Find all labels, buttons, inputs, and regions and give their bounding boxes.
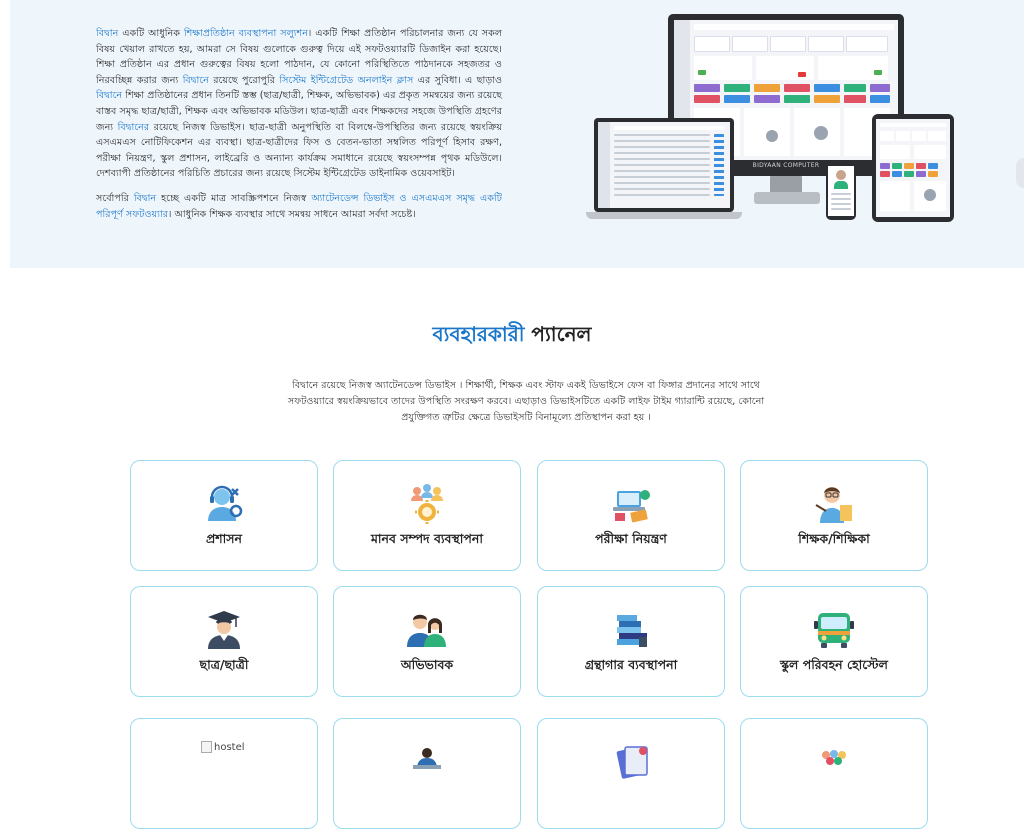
card-label: স্কুল পরিবহন হোস্টেল bbox=[780, 657, 888, 672]
body-text: একটি আধুনিক bbox=[118, 28, 184, 39]
teacher-icon bbox=[741, 481, 927, 525]
body-text: রয়েছে নিজস্ব ডিভাইস। ছাত্র-ছাত্রী অনুপস… bbox=[96, 121, 502, 180]
user-panel-title: ব্যবহারকারী প্যানেল bbox=[0, 320, 1024, 353]
user-panel-description: বিদ্বানে রয়েছে নিজস্ব অ্যাটেনডেন্স ডিভা… bbox=[287, 380, 765, 423]
intro-paragraph-1: বিদ্বান একটি আধুনিক শিক্ষাপ্রতিষ্ঠান ব্য… bbox=[96, 26, 502, 182]
monitor-base bbox=[754, 192, 820, 204]
card-library[interactable]: গ্রন্থাগার ব্যবস্থাপনা bbox=[537, 586, 725, 697]
devices-illustration: BIDYAAN COMPUTER bbox=[582, 10, 962, 225]
card-group[interactable] bbox=[740, 718, 928, 829]
laptop bbox=[594, 118, 734, 212]
school-bus-icon bbox=[741, 607, 927, 651]
body-text: রয়েছে পুরোপুরি bbox=[208, 74, 280, 86]
highlight-text: বিদ্বানে bbox=[182, 74, 209, 86]
title-rest: প্যানেল bbox=[524, 322, 592, 346]
title-accent: ব্যবহারকারী bbox=[432, 322, 525, 346]
library-books-icon bbox=[538, 607, 724, 651]
broken-image-icon bbox=[201, 741, 212, 753]
highlight-text: শিক্ষাপ্রতিষ্ঠান ব্যবস্থাপনা সল্যুশন bbox=[183, 28, 308, 39]
intro-paragraph-2: সর্বোপরি বিদ্বান হচ্ছে একটি মাত্র সাবস্ক… bbox=[96, 191, 502, 222]
laptop-screen bbox=[598, 122, 730, 208]
card-exam-control[interactable]: পরীক্ষা নিয়ন্ত্রণ bbox=[537, 460, 725, 571]
laptop-base bbox=[586, 212, 742, 219]
side-scroll-tab[interactable] bbox=[1016, 158, 1024, 188]
card-hostel[interactable]: hostel bbox=[130, 718, 318, 829]
card-documents[interactable] bbox=[537, 718, 725, 829]
exam-control-icon bbox=[538, 481, 724, 525]
hostel-icon: hostel bbox=[201, 741, 245, 753]
card-label: গ্রন্থাগার ব্যবস্থাপনা bbox=[584, 657, 678, 672]
card-teacher[interactable]: শিক্ষক/শিক্ষিকা bbox=[740, 460, 928, 571]
highlight-text: বিদ্বানের bbox=[117, 121, 150, 133]
body-text: । আধুনিক শিক্ষক ব্যবস্থার সাথে সমন্বয় স… bbox=[168, 208, 416, 220]
card-label: মানব সম্পদ ব্যবস্থাপনা bbox=[370, 531, 483, 546]
body-text: হচ্ছে একটি মাত্র সাবস্ক্রিপশনে নিজস্ব bbox=[156, 192, 312, 204]
guardian-icon bbox=[334, 607, 520, 651]
card-school-transport[interactable]: স্কুল পরিবহন হোস্টেল bbox=[740, 586, 928, 697]
group-people-icon bbox=[741, 749, 927, 793]
body-text: এর সুবিধা। এ ছাড়াও bbox=[413, 74, 503, 86]
card-office[interactable] bbox=[333, 718, 521, 829]
highlight-text: বিদ্বানে bbox=[96, 90, 123, 102]
hostel-image-alt: hostel bbox=[214, 741, 245, 753]
card-label: পরীক্ষা নিয়ন্ত্রণ bbox=[595, 531, 667, 546]
student-graduate-icon bbox=[131, 607, 317, 651]
admin-support-icon bbox=[131, 481, 317, 525]
tablet-screen bbox=[876, 119, 950, 217]
highlight-text: সিস্টেম ইন্টিগ্রেটেড অনলাইন ক্লাস bbox=[279, 74, 414, 86]
highlight-text: বিদ্বান bbox=[96, 28, 119, 39]
intro-text: বিদ্বান একটি আধুনিক শিক্ষাপ্রতিষ্ঠান ব্য… bbox=[96, 26, 502, 231]
office-desk-icon bbox=[334, 747, 520, 791]
body-text: সর্বোপরি bbox=[96, 192, 134, 204]
phone-screen bbox=[828, 166, 854, 216]
card-student[interactable]: ছাত্র/ছাত্রী bbox=[130, 586, 318, 697]
highlight-text: বিদ্বান bbox=[133, 192, 157, 204]
human-resource-icon bbox=[334, 481, 520, 525]
smartphone bbox=[826, 162, 856, 220]
documents-icon bbox=[538, 743, 724, 787]
intro-section: বিদ্বান একটি আধুনিক শিক্ষাপ্রতিষ্ঠান ব্য… bbox=[10, 0, 1024, 268]
card-administration[interactable]: প্রশাসন bbox=[130, 460, 318, 571]
card-label: অভিভাবক bbox=[400, 657, 454, 672]
card-human-resource[interactable]: মানব সম্পদ ব্যবস্থাপনা bbox=[333, 460, 521, 571]
tablet bbox=[872, 114, 954, 222]
card-guardian[interactable]: অভিভাবক bbox=[333, 586, 521, 697]
card-label: ছাত্র/ছাত্রী bbox=[199, 657, 249, 672]
card-label: শিক্ষক/শিক্ষিকা bbox=[798, 531, 870, 546]
card-label: প্রশাসন bbox=[205, 531, 243, 546]
